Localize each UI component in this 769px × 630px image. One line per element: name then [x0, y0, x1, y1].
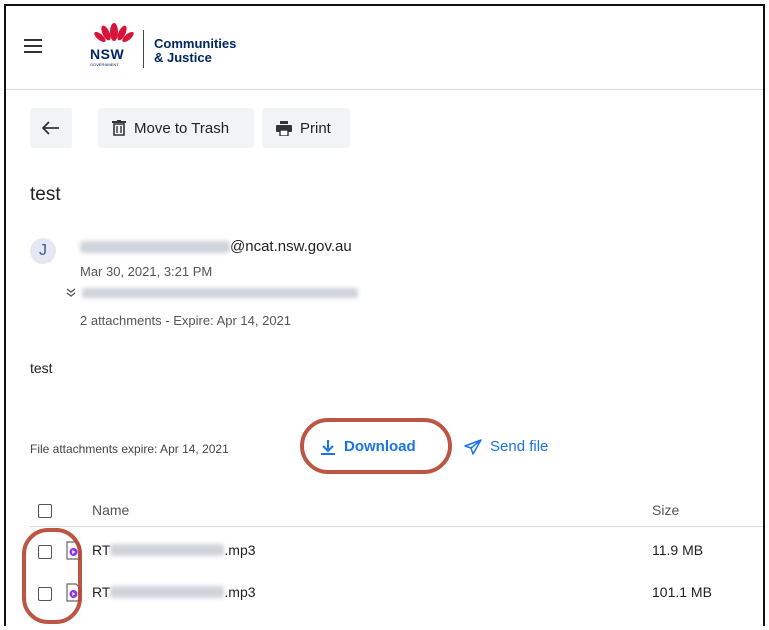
printer-icon — [276, 120, 292, 136]
sender-avatar: J — [30, 238, 56, 264]
file-name-prefix: RT — [92, 542, 111, 558]
redacted-file-name — [110, 586, 225, 598]
file-name: RT .mp3 — [92, 584, 256, 600]
logo-divider — [143, 30, 144, 68]
sender-email: @ncat.nsw.gov.au — [80, 238, 352, 255]
back-button[interactable] — [30, 108, 72, 148]
send-file-link[interactable]: Send file — [464, 438, 548, 455]
recipients — [66, 288, 358, 298]
send-file-label: Send file — [490, 438, 549, 455]
file-extension: .mp3 — [224, 542, 256, 558]
redacted-recipients — [82, 288, 358, 298]
attachments-info: 2 attachments - Expire: Apr 14, 2021 — [80, 313, 292, 328]
move-to-trash-label: Move to Trash — [134, 119, 230, 137]
arrow-left-icon — [42, 121, 59, 135]
move-to-trash-button[interactable]: Move to Trash — [98, 108, 254, 148]
redacted-file-name — [110, 544, 225, 556]
logo-subtext: GOVERNMENT — [90, 62, 119, 67]
file-name-prefix: RT — [92, 584, 111, 600]
print-label: Print — [300, 119, 331, 137]
message-subject: test — [30, 184, 61, 205]
send-icon — [464, 438, 482, 455]
brand-line-1: Communities — [154, 36, 237, 51]
redacted-sender — [80, 241, 230, 254]
attachments-expire-text: File attachments expire: Apr 14, 2021 — [30, 442, 229, 456]
file-name: RT .mp3 — [92, 542, 256, 558]
table-row[interactable]: RT .mp3 11.9 MB — [30, 534, 763, 570]
brand-line-2: & Justice — [154, 50, 212, 65]
double-chevron-down-icon[interactable] — [66, 288, 76, 298]
file-extension: .mp3 — [224, 584, 256, 600]
table-row[interactable]: RT .mp3 101.1 MB — [30, 576, 763, 612]
select-all-checkbox[interactable] — [38, 504, 52, 518]
annotation-circle-checkboxes — [22, 528, 82, 624]
column-header-size[interactable]: Size — [652, 502, 679, 518]
file-size: 101.1 MB — [652, 584, 712, 600]
trash-icon — [112, 120, 126, 136]
attachments-table-header: Name Size — [30, 500, 763, 527]
print-button[interactable]: Print — [262, 108, 350, 148]
app-header: NSW GOVERNMENT Communities & Justice — [6, 6, 763, 90]
menu-icon[interactable] — [24, 39, 42, 53]
file-size: 11.9 MB — [652, 542, 704, 558]
annotation-circle-download — [300, 418, 452, 474]
logo-text: NSW — [90, 46, 125, 62]
sender-domain: @ncat.nsw.gov.au — [230, 238, 352, 255]
message-body: test — [30, 360, 53, 376]
message-date: Mar 30, 2021, 3:21 PM — [80, 264, 213, 279]
column-header-name[interactable]: Name — [92, 502, 129, 518]
